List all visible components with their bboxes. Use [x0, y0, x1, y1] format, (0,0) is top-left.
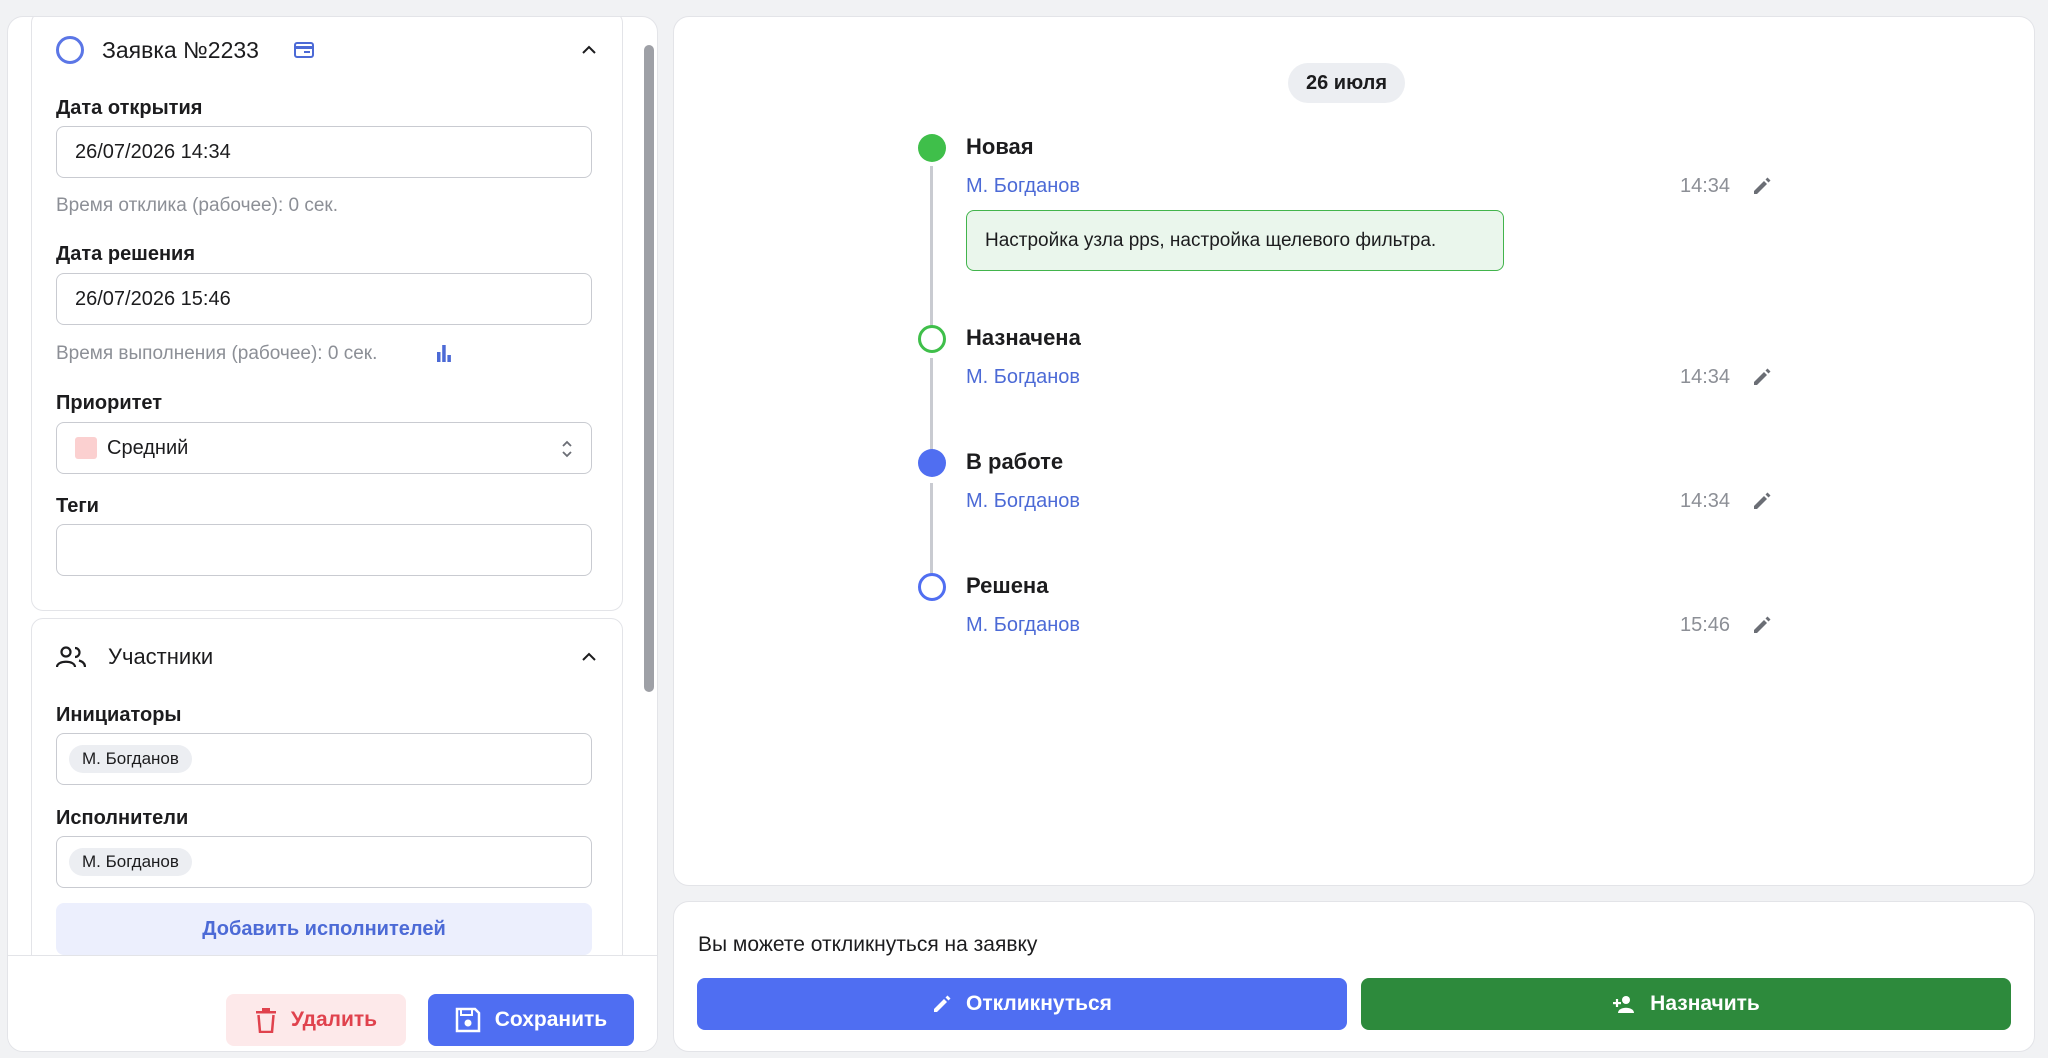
tags-input[interactable]	[56, 524, 592, 576]
participants-title: Участники	[108, 644, 214, 669]
save-button[interactable]: Сохранить	[428, 994, 634, 1046]
initiators-label: Инициаторы	[56, 704, 182, 726]
scrollbar-thumb[interactable]	[644, 45, 654, 692]
save-button-label: Сохранить	[494, 1008, 608, 1031]
open-date-input[interactable]: 26/07/2026 14:34	[56, 126, 592, 178]
executors-label: Исполнители	[56, 807, 189, 829]
event-time: 14:34	[1680, 175, 1731, 197]
add-executors-button[interactable]: Добавить исполнителей	[56, 903, 592, 955]
pencil-icon[interactable]	[1752, 491, 1772, 511]
event-status: В работе	[966, 449, 1064, 474]
executor-chip[interactable]: М. Богданов	[69, 848, 192, 876]
executors-field[interactable]: М. Богданов	[56, 836, 592, 888]
priority-select[interactable]: Средний	[56, 422, 592, 474]
left-footer: Удалить Сохранить	[8, 955, 657, 1051]
ticket-title: Заявка №2233	[102, 36, 259, 63]
delete-button-label: Удалить	[290, 1008, 378, 1031]
event-status: Новая	[966, 134, 1034, 159]
status-circle-icon	[56, 36, 84, 64]
status-resolved-marker	[918, 573, 946, 601]
event-time: 14:34	[1680, 490, 1731, 512]
tags-label: Теги	[56, 495, 99, 517]
response-time-text: Время отклика (рабочее): 0 сек.	[56, 195, 339, 216]
event-time: 14:34	[1680, 366, 1731, 388]
status-assigned-marker	[918, 325, 946, 353]
respond-prompt: Вы можете откликнуться на заявку	[698, 933, 1038, 956]
pencil-icon	[934, 995, 951, 1012]
card-view-icon[interactable]	[294, 42, 314, 58]
history-panel: 26 июля Новая М. Богданов 14:34 Настройк…	[673, 16, 2035, 886]
collapse-chevron-icon[interactable]	[580, 651, 598, 663]
pencil-icon[interactable]	[1752, 176, 1772, 196]
people-icon	[56, 646, 86, 668]
event-author-link[interactable]: М. Богданов	[966, 490, 1080, 513]
bar-chart-icon[interactable]	[436, 344, 452, 362]
status-in-progress-marker	[918, 449, 946, 477]
event-status: Назначена	[966, 325, 1081, 350]
resolve-date-input[interactable]: 26/07/2026 15:46	[56, 273, 592, 325]
event-time: 15:46	[1680, 614, 1731, 636]
priority-label: Приоритет	[56, 392, 163, 414]
add-person-icon	[1613, 996, 1635, 1013]
priority-color-swatch	[75, 437, 97, 459]
trash-icon	[255, 1008, 276, 1033]
respond-button-label: Откликнуться	[966, 992, 1112, 1015]
ticket-details-scroll-area[interactable]: Заявка №2233 Дата открытия 26/07/2026 14…	[8, 17, 657, 955]
ticket-card: Заявка №2233 Дата открытия 26/07/2026 14…	[31, 17, 623, 611]
pencil-icon[interactable]	[1752, 615, 1772, 635]
assign-button[interactable]: Назначить	[1361, 978, 2011, 1030]
event-status: Решена	[966, 573, 1049, 598]
priority-value: Средний	[107, 436, 189, 459]
participants-card: Участники Инициаторы М. Богданов Исполни…	[31, 618, 623, 955]
timeline-connector	[930, 483, 933, 582]
execution-time-text: Время выполнения (рабочее): 0 сек.	[56, 343, 378, 364]
action-panel: Вы можете откликнуться на заявку Откликн…	[673, 901, 2035, 1052]
collapse-chevron-icon[interactable]	[580, 44, 598, 56]
participants-card-header[interactable]: Участники	[32, 629, 622, 685]
event-author-link[interactable]: М. Богданов	[966, 614, 1080, 637]
respond-button[interactable]: Откликнуться	[697, 978, 1347, 1030]
initiators-field[interactable]: М. Богданов	[56, 733, 592, 785]
status-new-marker	[918, 134, 946, 162]
event-author-link[interactable]: М. Богданов	[966, 175, 1080, 198]
timeline-connector	[930, 358, 933, 458]
ticket-details-panel: Заявка №2233 Дата открытия 26/07/2026 14…	[7, 16, 658, 1052]
event-author-link[interactable]: М. Богданов	[966, 366, 1080, 389]
floppy-disk-icon	[455, 1007, 481, 1033]
delete-button[interactable]: Удалить	[226, 994, 406, 1046]
assign-button-label: Назначить	[1650, 992, 1760, 1015]
timeline-connector	[930, 166, 933, 333]
initiator-chip[interactable]: М. Богданов	[69, 745, 192, 773]
ticket-card-header[interactable]: Заявка №2233	[32, 22, 622, 78]
resolve-date-label: Дата решения	[56, 243, 196, 265]
pencil-icon[interactable]	[1752, 367, 1772, 387]
date-separator: 26 июля	[1288, 63, 1405, 103]
open-date-label: Дата открытия	[56, 97, 203, 119]
event-comment: Настройка узла pps, настройка щелевого ф…	[966, 210, 1504, 271]
select-arrows-icon	[562, 440, 572, 458]
